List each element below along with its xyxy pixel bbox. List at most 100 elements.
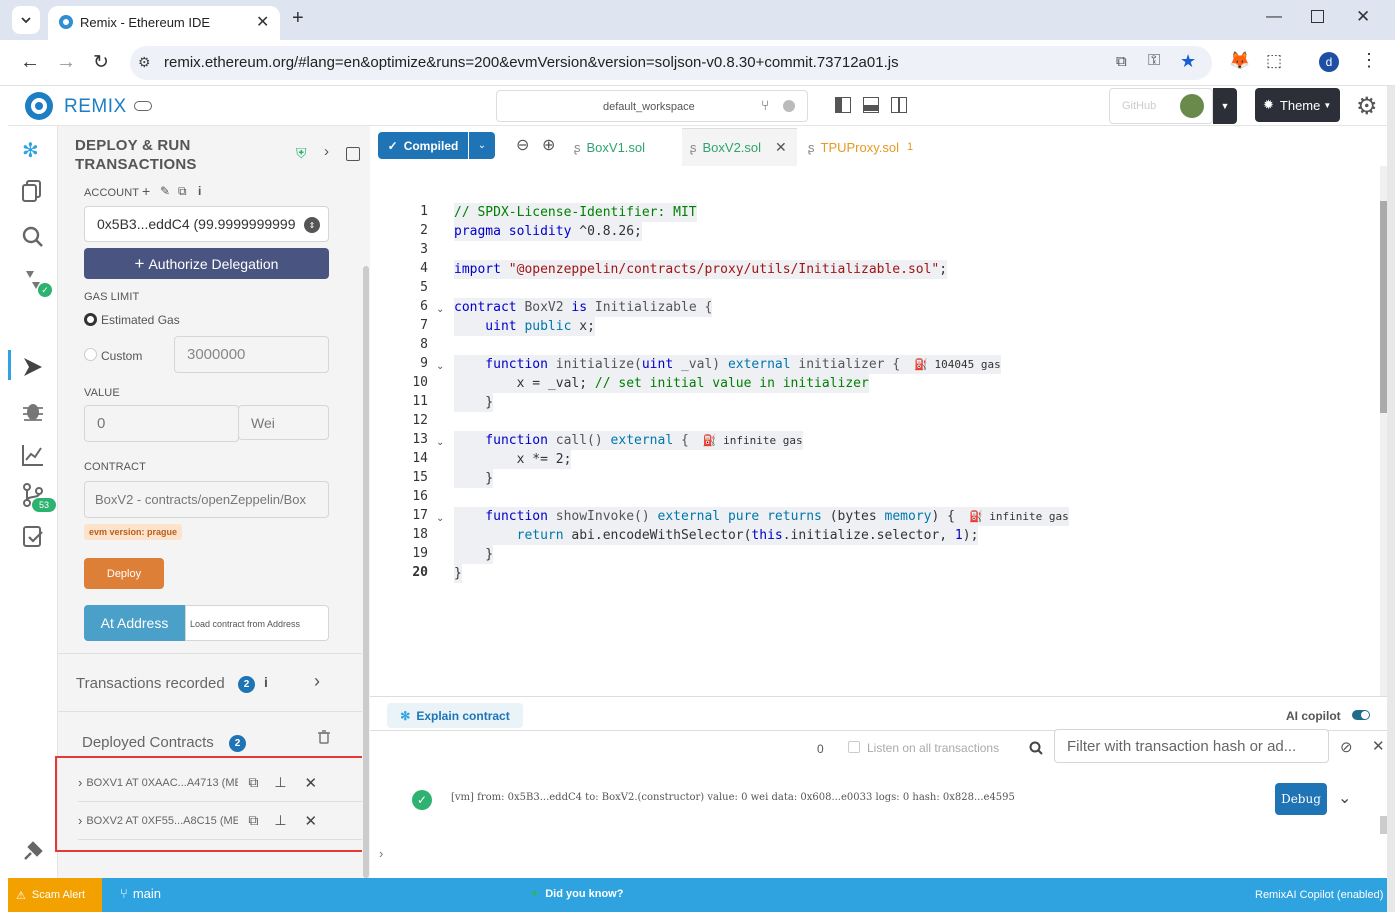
listen-checkbox[interactable]	[848, 741, 860, 753]
theme-button[interactable]: ✹ Theme ▼	[1255, 88, 1340, 122]
info-icon[interactable]: i	[198, 184, 201, 198]
translate-icon[interactable]: ⧉	[1116, 53, 1127, 70]
password-key-icon[interactable]: ⚿	[1148, 52, 1160, 70]
close-terminal-icon[interactable]: ✕	[1372, 737, 1385, 755]
verify-contract-icon[interactable]	[20, 524, 46, 550]
fold-arrow-icon[interactable]: ⌄	[436, 437, 446, 448]
fold-arrow-icon[interactable]: ⌄	[436, 304, 446, 315]
select-arrows-icon: ⇕	[304, 217, 320, 233]
close-tab-icon[interactable]: ✕	[256, 12, 269, 32]
search-icon[interactable]	[1029, 741, 1043, 755]
analytics-chart-icon[interactable]	[20, 442, 46, 468]
close-tab-icon[interactable]: ✕	[775, 139, 787, 156]
settings-gear-icon[interactable]: ⚙	[1356, 92, 1378, 121]
tab-label: TPUProxy.sol	[820, 139, 900, 155]
editor-tab-tpuproxy[interactable]: ʂ TPUProxy.sol 1	[808, 128, 913, 166]
debug-button[interactable]: Debug	[1275, 783, 1327, 815]
value-input[interactable]: 0	[84, 405, 239, 442]
editor-tab-boxv1[interactable]: ʂ BoxV1.sol	[574, 128, 645, 166]
editor-scrollbar[interactable]	[1380, 166, 1387, 696]
pin-panel-icon[interactable]	[346, 147, 360, 161]
file-explorer-icon[interactable]	[20, 178, 46, 204]
layout-left-icon[interactable]	[835, 97, 851, 113]
zoom-in-icon[interactable]: ⊕	[542, 135, 555, 155]
value-unit-select[interactable]: Wei	[238, 405, 329, 440]
git-branch-icon[interactable]: ⑂	[761, 97, 769, 113]
minimize-icon[interactable]: —	[1266, 8, 1282, 26]
account-select[interactable]: 0x5B3...eddC4 (99.9999999999 ⇕	[84, 206, 329, 242]
code-editor[interactable]: 1 2 3 4 5 6 7 8 9 10 11 12 13 14 15 16 1…	[370, 166, 1380, 696]
site-info-icon[interactable]: ⚙	[138, 54, 151, 71]
copilot-status[interactable]: RemixAI Copilot (enabled)	[1255, 889, 1383, 901]
code-line: x = _val; // set initial value in initia…	[454, 374, 869, 393]
git-branch-icon: ⑂	[120, 886, 128, 901]
warning-count: 1	[907, 141, 914, 153]
forward-icon[interactable]: →	[56, 51, 76, 74]
deploy-run-icon[interactable]	[20, 354, 46, 380]
close-window-icon[interactable]: ✕	[1356, 7, 1370, 27]
browser-tab[interactable]: Remix - Ethereum IDE ✕	[48, 6, 280, 40]
compile-dropdown-button[interactable]: ⌄	[469, 132, 495, 159]
info-icon[interactable]: i	[264, 674, 268, 690]
authorize-delegation-button[interactable]: + Authorize Delegation	[84, 248, 329, 279]
new-tab-icon[interactable]: +	[292, 7, 304, 30]
at-address-button[interactable]: At Address	[84, 605, 185, 641]
filter-input[interactable]: Filter with transaction hash or ad...	[1054, 729, 1329, 763]
extensions-puzzle-icon[interactable]: ⬚	[1266, 51, 1282, 71]
chevron-right-icon[interactable]: ›	[324, 143, 329, 160]
load-contract-address-input[interactable]: Load contract from Address	[185, 605, 329, 641]
editor-tab-boxv2[interactable]: ʂ BoxV2.sol ✕	[682, 128, 797, 166]
fold-arrow-icon[interactable]: ⌄	[436, 361, 446, 372]
trash-icon[interactable]	[318, 730, 330, 744]
workspace-selector[interactable]: default_workspace ⑂	[496, 90, 808, 122]
copy-icon[interactable]: ⧉	[178, 184, 187, 199]
github-dropdown-button[interactable]: ▼	[1213, 88, 1237, 124]
debugger-bug-icon[interactable]	[20, 398, 46, 424]
chevron-right-icon[interactable]: ›	[314, 671, 320, 692]
toggle-icon[interactable]	[134, 101, 152, 111]
remix-logo-icon[interactable]	[22, 89, 56, 123]
search-icon[interactable]	[20, 224, 46, 250]
gas-estimate: 104045 gas	[934, 358, 1001, 371]
caret-down-icon: ▼	[1220, 101, 1230, 111]
layout-bottom-icon[interactable]	[863, 97, 879, 113]
custom-gas-radio[interactable]	[84, 348, 97, 361]
maximize-icon[interactable]	[1311, 10, 1324, 23]
reload-icon[interactable]: ↻	[93, 51, 109, 74]
fold-arrow-icon[interactable]: ⌄	[436, 513, 446, 524]
ai-copilot-toggle[interactable]	[1352, 710, 1370, 720]
back-icon[interactable]: ←	[20, 51, 40, 74]
line-number: 3	[420, 242, 428, 257]
compiled-button[interactable]: ✓ Compiled	[378, 132, 468, 159]
solidity-file-icon: ʂ	[690, 140, 697, 155]
bookmark-star-icon[interactable]: ★	[1180, 51, 1196, 72]
line-number: 1	[420, 204, 428, 219]
layout-right-icon[interactable]	[891, 97, 907, 113]
metamask-extension-icon[interactable]: 🦊	[1229, 51, 1250, 71]
panel-scrollbar[interactable]	[362, 126, 370, 878]
contract-select[interactable]: BoxV2 - contracts/openZeppelin/Box	[84, 481, 329, 518]
did-you-know[interactable]: ✦ Did you know?	[530, 887, 623, 901]
omnibox[interactable]: ⚙ remix.ethereum.org/#lang=en&optimize&r…	[130, 46, 1212, 80]
custom-gas-input[interactable]: 3000000	[174, 336, 329, 373]
tx-log-line[interactable]: [vm] from: 0x5B3...eddC4 to: BoxV2.(cons…	[451, 792, 1015, 803]
profile-avatar[interactable]: d	[1319, 52, 1339, 72]
git-branch-status[interactable]: ⑂ main	[120, 886, 161, 901]
browser-menu-icon[interactable]: ⋮	[1360, 50, 1378, 71]
github-login-button[interactable]: GitHub	[1109, 88, 1213, 124]
edit-icon[interactable]: ✎	[160, 184, 170, 198]
transactions-recorded-label[interactable]: Transactions recorded	[76, 675, 225, 692]
ai-assistant-icon[interactable]: ✻	[22, 138, 39, 163]
scam-alert-button[interactable]: ⚠ Scam Alert	[8, 878, 102, 912]
zoom-out-icon[interactable]: ⊖	[516, 135, 529, 155]
url-text[interactable]: remix.ethereum.org/#lang=en&optimize&run…	[164, 54, 899, 71]
clear-console-icon[interactable]: ⊘	[1340, 738, 1353, 756]
terminal-scrollbar[interactable]	[1380, 816, 1387, 834]
plugin-manager-icon[interactable]	[20, 838, 46, 864]
estimated-gas-radio[interactable]	[84, 313, 97, 326]
tab-search-button[interactable]	[12, 6, 40, 34]
deploy-button[interactable]: Deploy	[84, 558, 164, 589]
explain-contract-button[interactable]: ✻ Explain contract	[387, 703, 523, 728]
add-account-icon[interactable]: +	[142, 183, 150, 199]
expand-log-icon[interactable]: ⌄	[1338, 788, 1351, 808]
